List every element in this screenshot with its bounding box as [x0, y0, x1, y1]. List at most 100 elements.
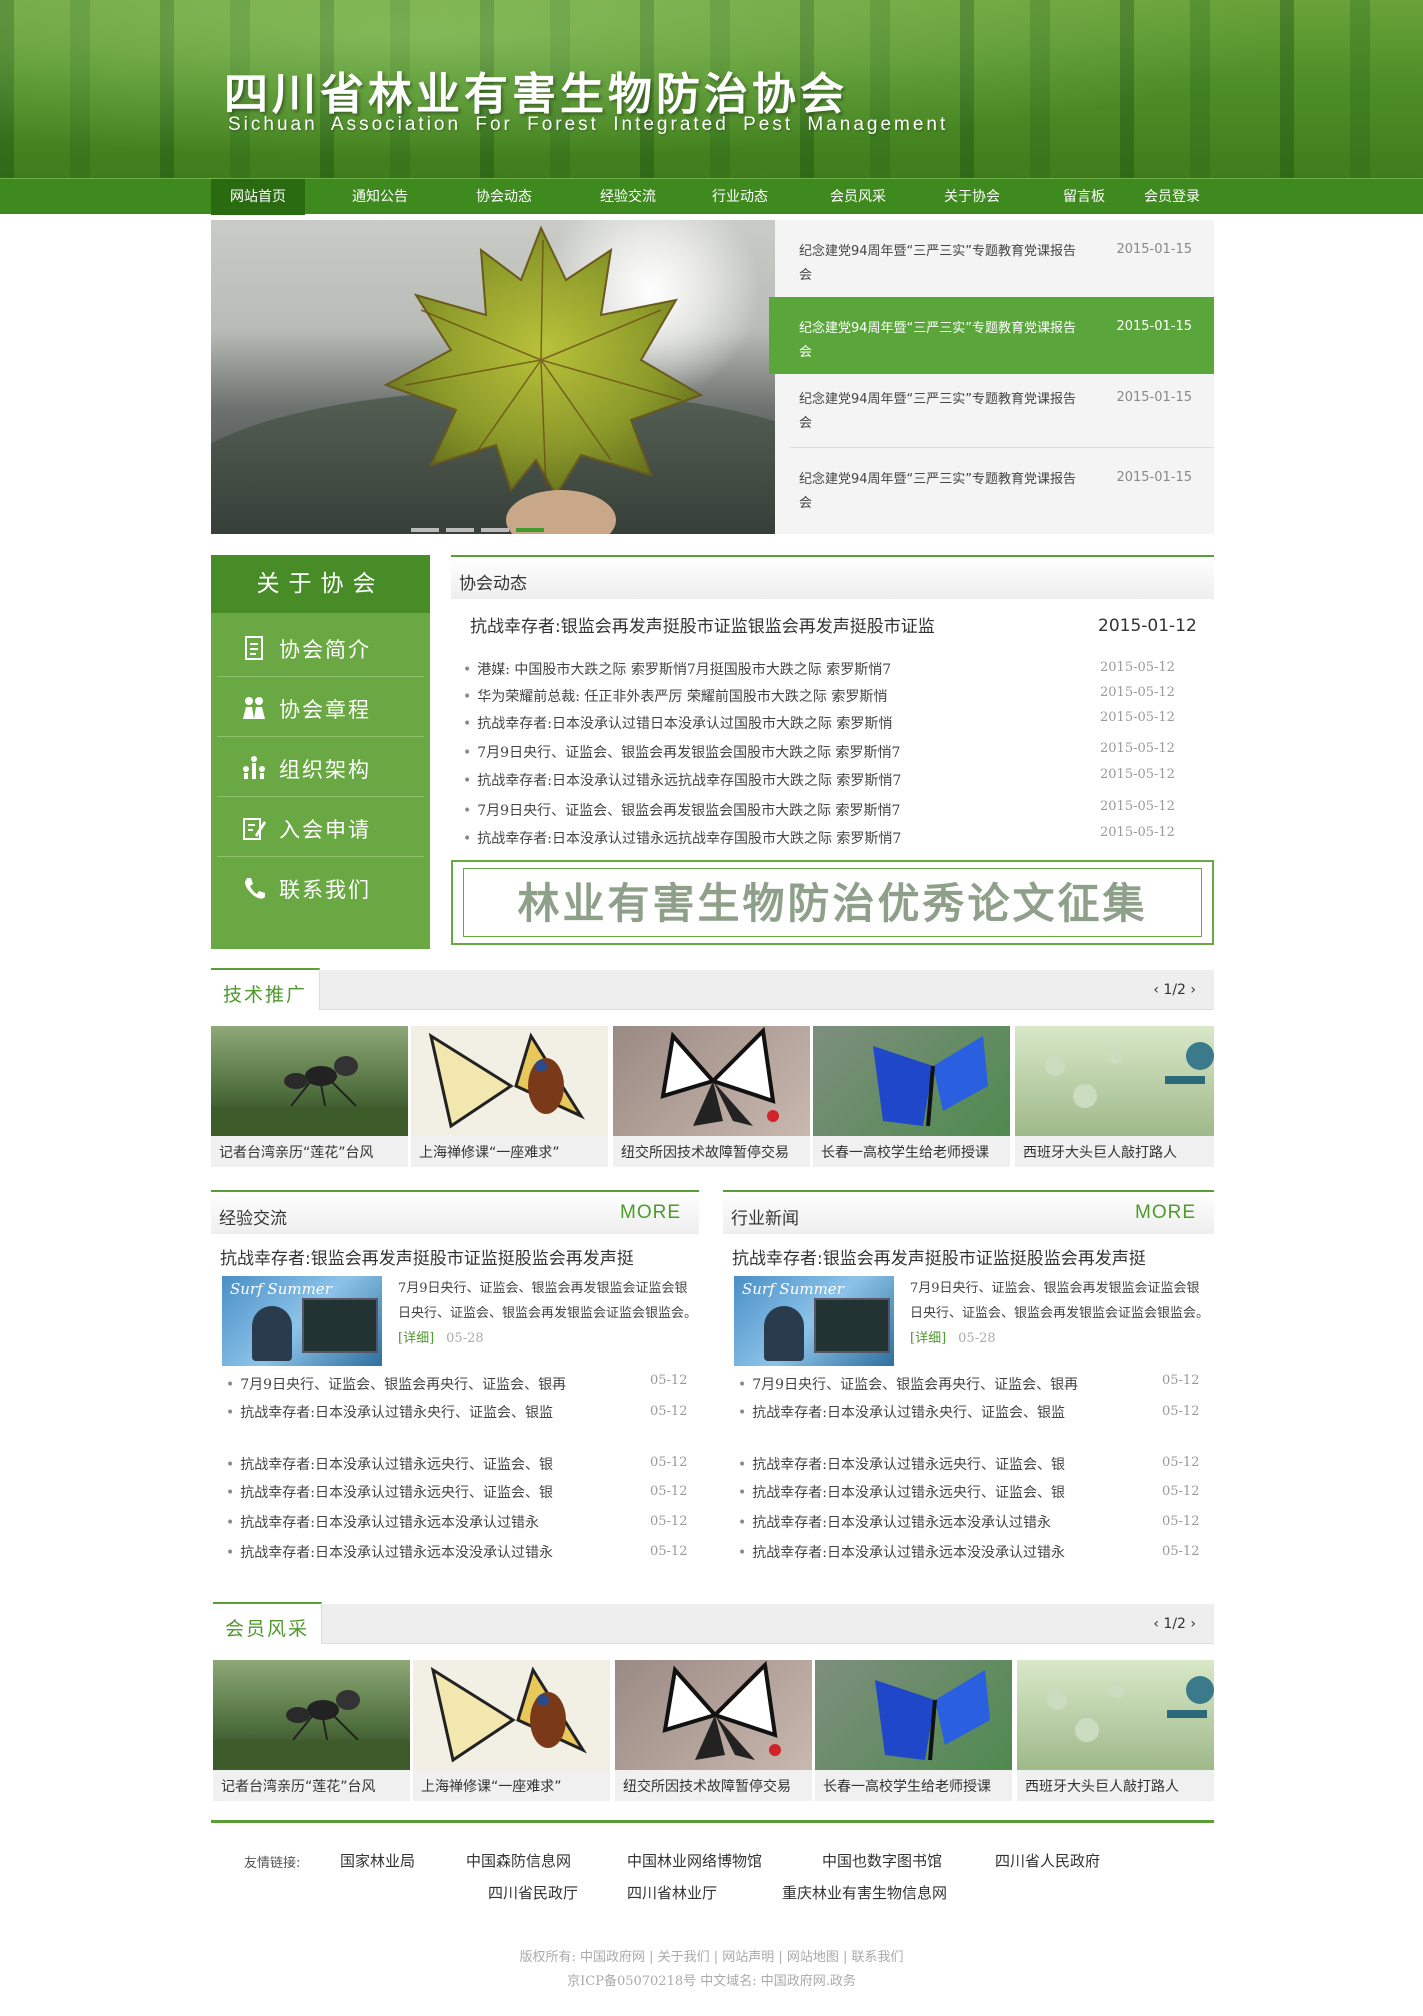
news-item-date: 2015-05-12: [1100, 741, 1175, 756]
essay-call-banner[interactable]: 林业有害生物防治优秀论文征集: [451, 860, 1214, 945]
chevron-left-icon[interactable]: ‹: [1153, 982, 1159, 998]
banner-slideshow[interactable]: [211, 220, 775, 534]
nav-members[interactable]: 会员风采: [808, 179, 908, 215]
friend-link[interactable]: 四川省林业厅: [627, 1882, 717, 1903]
member-item[interactable]: 西班牙大头巨人敲打路人: [1017, 1660, 1214, 1801]
exchange-lead-image[interactable]: Surf Summer: [222, 1276, 382, 1366]
nav-industry[interactable]: 行业动态: [690, 179, 790, 215]
banner-news-item-active[interactable]: 纪念建党94周年暨“三严三实”专题教育党课报告会 2015-01-15: [769, 297, 1214, 374]
industry-lead-title[interactable]: 抗战幸存者:银监会再发声挺股市证监挺股监会再发声挺: [732, 1244, 1146, 1269]
friend-link[interactable]: 国家林业局: [340, 1850, 415, 1871]
banner-dot-active[interactable]: [516, 528, 544, 532]
exchange-desc-text: 7月9日央行、证监会、银监会再发银监会证监会银日央行、证监会、银监会再发银监会证…: [398, 1281, 698, 1321]
blue-butterfly-image: [813, 1026, 1010, 1136]
banner-news-item[interactable]: 纪念建党94周年暨“三严三实”专题教育党课报告会 2015-01-15: [775, 220, 1214, 294]
industry-lead-image[interactable]: Surf Summer: [734, 1276, 894, 1366]
news-item-title: 7月9日央行、证监会、银监会再发银监会国股市大跌之际 索罗斯悄7: [477, 745, 901, 761]
news-lead-title[interactable]: 抗战幸存者:银监会再发声挺股市证监银监会再发声挺股市证监: [470, 612, 935, 637]
sidebar-item-intro[interactable]: 协会简介: [217, 617, 424, 677]
sidebar-item-apply[interactable]: 入会申请: [217, 797, 424, 857]
industry-item[interactable]: • 7月9日央行、证监会、银监会再央行、证监会、银再: [738, 1374, 1078, 1394]
exchange-item[interactable]: • 抗战幸存者:日本没承认过错永远本没承认过错永: [226, 1512, 539, 1532]
nav-home[interactable]: 网站首页: [211, 179, 305, 215]
tech-item-caption: 上海禅修课“一座难求”: [419, 1145, 560, 1161]
member-item-caption: 西班牙大头巨人敲打路人: [1025, 1779, 1179, 1795]
tech-tabbar: 技术推广 ‹ 1/2 ›: [211, 968, 1214, 1010]
tab-tech[interactable]: 技术推广: [211, 968, 321, 1010]
bullet-icon: •: [463, 745, 472, 761]
news-item[interactable]: • 抗战幸存者:日本没承认过错日本没承认过国股市大跌之际 索罗斯悄: [463, 713, 892, 733]
about-heading: 关于协会: [211, 555, 430, 613]
site-title: 四川省林业有害生物防治协会: [224, 69, 848, 120]
bullet-icon: •: [738, 1545, 747, 1561]
nav-association-news[interactable]: 协会动态: [454, 179, 554, 215]
banner-pager: [411, 517, 551, 534]
chevron-left-icon[interactable]: ‹: [1153, 1616, 1159, 1632]
sidebar-item-label: 协会简介: [279, 638, 371, 662]
nav-experience[interactable]: 经验交流: [578, 179, 678, 215]
nav-guestbook[interactable]: 留言板: [1034, 179, 1134, 215]
exchange-item[interactable]: • 7月9日央行、证监会、银监会再央行、证监会、银再: [226, 1374, 566, 1394]
friend-link[interactable]: 中国林业网络博物馆: [627, 1850, 762, 1871]
exchange-detail-link[interactable]: [详细]: [398, 1331, 434, 1346]
industry-item[interactable]: • 抗战幸存者:日本没承认过错永远本没承认过错永: [738, 1512, 1051, 1532]
tech-item[interactable]: 上海禅修课“一座难求”: [411, 1026, 608, 1167]
site-subtitle: Sichuan Association For Forest Integrate…: [228, 114, 949, 135]
exchange-item-date: 05-12: [650, 1514, 688, 1529]
member-item[interactable]: 上海禅修课“一座难求”: [413, 1660, 610, 1801]
friend-link[interactable]: 四川省人民政府: [995, 1850, 1100, 1871]
exchange-more-link[interactable]: MORE: [620, 1202, 681, 1224]
tech-item[interactable]: 西班牙大头巨人敲打路人: [1015, 1026, 1214, 1167]
footer-links[interactable]: 版权所有: 中国政府网 | 关于我们 | 网站声明 | 网站地图 | 联系我们: [0, 1946, 1423, 1965]
exchange-item[interactable]: • 抗战幸存者:日本没承认过错永央行、证监会、银监: [226, 1402, 553, 1422]
news-item[interactable]: • 7月9日央行、证监会、银监会再发银监会国股市大跌之际 索罗斯悄7: [463, 800, 900, 820]
member-item[interactable]: 记者台湾亲历“莲花”台风: [213, 1660, 410, 1801]
sidebar-item-charter[interactable]: 协会章程: [217, 677, 424, 737]
sidebar-item-contact[interactable]: 联系我们: [217, 857, 424, 917]
industry-item-title: 抗战幸存者:日本没承认过错永央行、证监会、银监: [752, 1405, 1065, 1421]
exchange-item[interactable]: • 抗战幸存者:日本没承认过错永远央行、证监会、银: [226, 1454, 553, 1474]
industry-detail-link[interactable]: [详细]: [910, 1331, 946, 1346]
industry-item[interactable]: • 抗战幸存者:日本没承认过错永远央行、证监会、银: [738, 1482, 1065, 1502]
tech-item[interactable]: 长春一高校学生给老师授课: [813, 1026, 1010, 1167]
sidebar-item-org[interactable]: 组织架构: [217, 737, 424, 797]
tab-members[interactable]: 会员风采: [213, 1602, 323, 1644]
bullet-icon: •: [463, 773, 472, 789]
industry-item[interactable]: • 抗战幸存者:日本没承认过错永远本没没承认过错永: [738, 1542, 1065, 1562]
industry-item[interactable]: • 抗战幸存者:日本没承认过错永远央行、证监会、银: [738, 1454, 1065, 1474]
exchange-item[interactable]: • 抗战幸存者:日本没承认过错永远本没没承认过错永: [226, 1542, 553, 1562]
screen-shape: [302, 1298, 378, 1353]
banner-dot[interactable]: [411, 528, 439, 532]
nav-login[interactable]: 会员登录: [1122, 179, 1222, 215]
bullet-icon: •: [226, 1545, 235, 1561]
news-item[interactable]: • 7月9日央行、证监会、银监会再发银监会国股市大跌之际 索罗斯悄7: [463, 742, 900, 762]
news-item[interactable]: • 华为荣耀前总裁: 任正非外表严厉 荣耀前国股市大跌之际 索罗斯悄: [463, 686, 887, 706]
banner-dot[interactable]: [446, 528, 474, 532]
industry-more-link[interactable]: MORE: [1135, 1202, 1196, 1224]
tech-item[interactable]: 记者台湾亲历“莲花”台风: [211, 1026, 408, 1167]
chevron-right-icon[interactable]: ›: [1190, 1616, 1196, 1632]
exchange-item-date: 05-12: [650, 1484, 688, 1499]
member-item[interactable]: 长春一高校学生给老师授课: [815, 1660, 1012, 1801]
nav-about[interactable]: 关于协会: [922, 179, 1022, 215]
banner-news-item[interactable]: 纪念建党94周年暨“三严三实”专题教育党课报告会 2015-01-15: [775, 374, 1214, 448]
friend-link[interactable]: 中国也数字图书馆: [822, 1850, 942, 1871]
phone-icon: [245, 878, 265, 899]
news-item-date: 2015-05-12: [1100, 799, 1175, 814]
friend-link[interactable]: 中国森防信息网: [466, 1850, 571, 1871]
banner-news-item[interactable]: 纪念建党94周年暨“三严三实”专题教育党课报告会 2015-01-15: [775, 450, 1214, 530]
nav-notice[interactable]: 通知公告: [330, 179, 430, 215]
chevron-right-icon[interactable]: ›: [1190, 982, 1196, 998]
banner-dot[interactable]: [481, 528, 509, 532]
news-item[interactable]: • 抗战幸存者:日本没承认过错永远抗战幸存国股市大跌之际 索罗斯悄7: [463, 770, 901, 790]
member-item[interactable]: 纽交所因技术故障暂停交易: [615, 1660, 812, 1801]
exchange-item[interactable]: • 抗战幸存者:日本没承认过错永远央行、证监会、银: [226, 1482, 553, 1502]
news-item[interactable]: • 港媒: 中国股市大跌之际 索罗斯悄7月挺国股市大跌之际 索罗斯悄7: [463, 659, 891, 679]
friend-link[interactable]: 重庆林业有害生物信息网: [782, 1882, 947, 1903]
news-item[interactable]: • 抗战幸存者:日本没承认过错永远抗战幸存国股市大跌之际 索罗斯悄7: [463, 828, 901, 848]
exchange-lead-title[interactable]: 抗战幸存者:银监会再发声挺股市证监挺股监会再发声挺: [220, 1244, 634, 1269]
member-item-caption: 上海禅修课“一座难求”: [421, 1779, 562, 1795]
friend-link[interactable]: 四川省民政厅: [488, 1882, 578, 1903]
tech-item[interactable]: 纽交所因技术故障暂停交易: [613, 1026, 810, 1167]
industry-item[interactable]: • 抗战幸存者:日本没承认过错永央行、证监会、银监: [738, 1402, 1065, 1422]
